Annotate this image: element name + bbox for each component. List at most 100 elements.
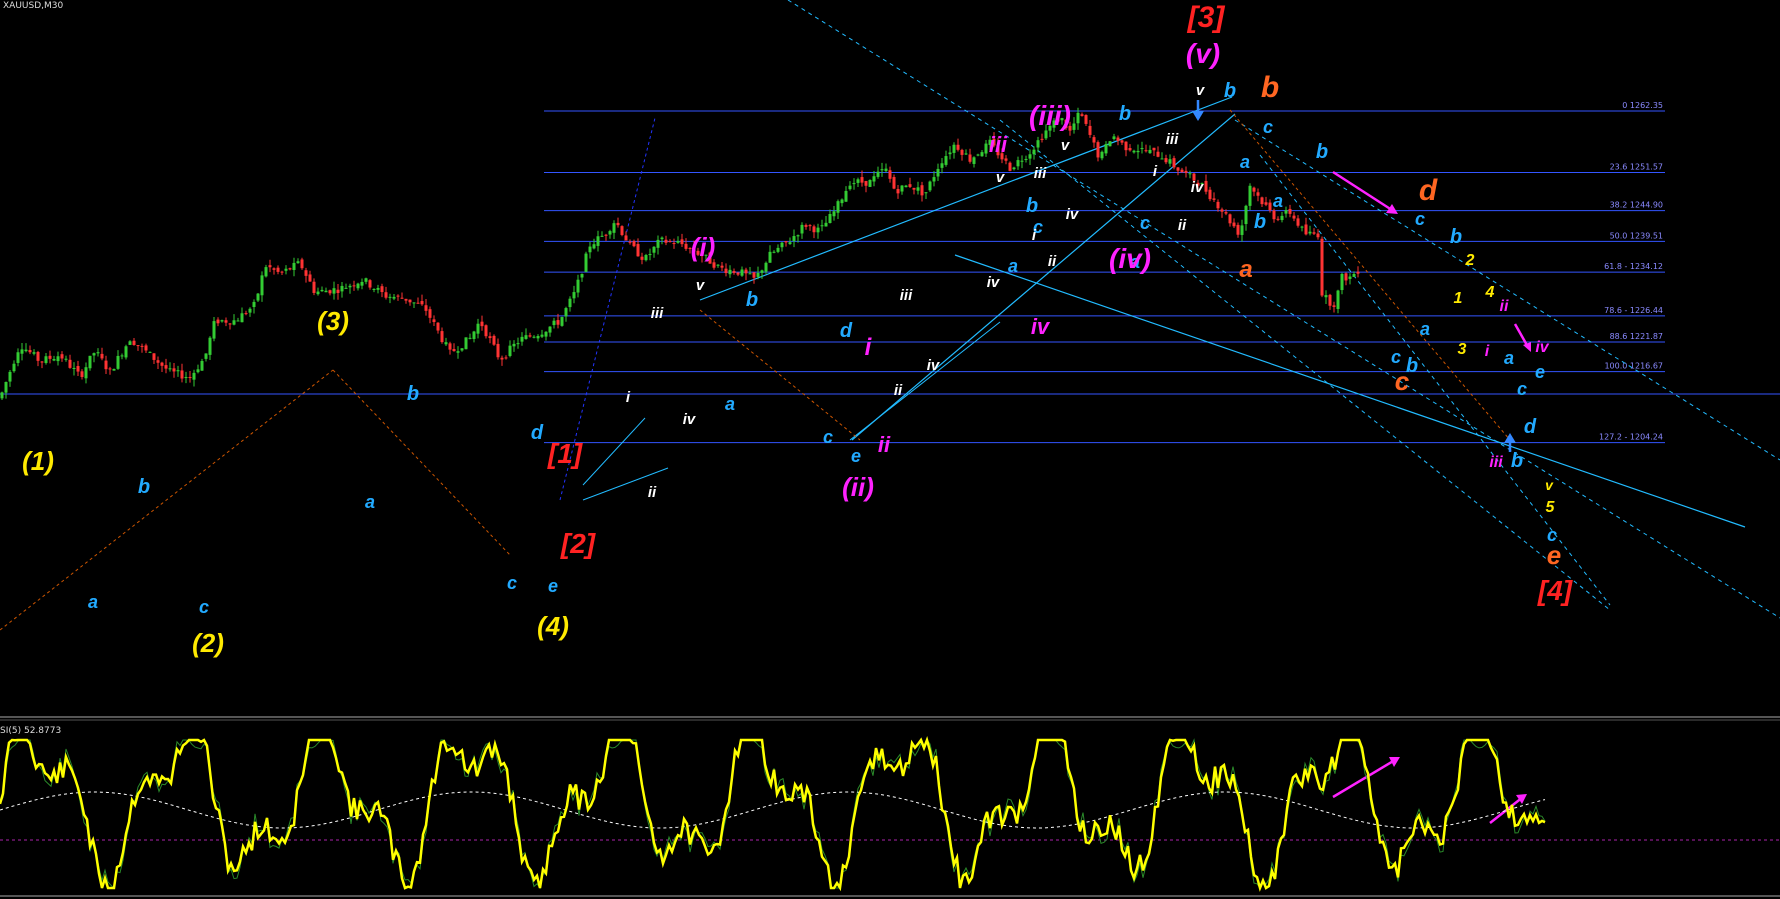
candle-body — [220, 320, 224, 322]
fib-level-label: 88.6 1221.87 — [1610, 332, 1663, 341]
candle-body — [492, 335, 496, 345]
candle-body — [1232, 222, 1236, 227]
candle-body — [284, 268, 288, 271]
fib-level-label: 78.6 - 1226.44 — [1604, 306, 1663, 315]
candle-body — [620, 226, 624, 235]
candle-body — [244, 313, 248, 315]
wave-sublabel: 4 — [1485, 284, 1495, 301]
candle-body — [28, 350, 32, 353]
candle-body — [844, 190, 848, 202]
candle-body — [1124, 141, 1128, 151]
fib-level-label: 127.2 - 1204.24 — [1599, 433, 1663, 442]
candle-body — [264, 267, 268, 277]
candle-body — [388, 296, 392, 298]
price-chart[interactable]: XAUUSD,M30 0 1262.35 23.6 1251.57 38.2 124… — [0, 0, 1780, 899]
candle-body — [792, 236, 796, 242]
wave-label: a — [1008, 256, 1018, 276]
candle-body — [644, 255, 648, 261]
wave-label: c — [1263, 117, 1273, 137]
candle-body — [1212, 198, 1216, 200]
candle-body — [1256, 192, 1260, 196]
wave-label: (3) — [317, 306, 349, 336]
candle-body — [68, 359, 72, 368]
wave-label: a — [725, 394, 735, 414]
candle-body — [904, 185, 908, 188]
candle-body — [580, 274, 584, 278]
wave-sublabel: 1 — [1454, 290, 1463, 307]
candle-body — [1328, 294, 1332, 306]
wave-label: b — [138, 476, 150, 498]
candle-body — [1012, 167, 1016, 170]
candle-body — [488, 336, 492, 339]
candle-body — [184, 377, 188, 379]
candle-body — [476, 323, 480, 334]
candle-body — [1176, 167, 1180, 171]
candle-body — [664, 239, 668, 243]
candle-body — [984, 143, 988, 154]
candle-body — [304, 270, 308, 276]
candle-body — [960, 149, 964, 155]
candle-body — [176, 370, 180, 372]
candle-body — [612, 223, 616, 233]
candle-body — [136, 345, 140, 347]
candle-body — [384, 292, 388, 298]
wave-sublabel: ii — [894, 382, 903, 399]
candle-body — [536, 336, 540, 339]
wave-sublabel: iv — [927, 357, 941, 374]
wave-label: c — [507, 573, 517, 593]
candle-body — [160, 362, 164, 366]
candle-body — [504, 357, 508, 359]
candle-body — [800, 224, 804, 234]
candle-body — [624, 235, 628, 241]
wave-sublabel: iv — [683, 411, 697, 428]
candle-body — [908, 184, 912, 187]
candle-body — [892, 177, 896, 189]
candle-body — [820, 225, 824, 227]
wave-sublabel: iii — [900, 287, 913, 304]
candle-body — [728, 269, 732, 275]
candle-body — [936, 168, 940, 177]
candle-body — [48, 355, 52, 359]
fib-level-label: 50.0 1239.51 — [1610, 231, 1663, 240]
candle-body — [1292, 215, 1296, 219]
candle-body — [496, 343, 500, 358]
candle-body — [72, 367, 76, 369]
wave-label: a — [1273, 191, 1283, 211]
indicator-title: SI(5) 52.8773 — [0, 726, 61, 736]
candle-body — [80, 371, 84, 377]
candle-body — [148, 351, 152, 353]
candle-body — [752, 272, 756, 278]
candle-body — [1348, 276, 1352, 279]
candle-body — [92, 353, 96, 356]
candle-body — [60, 354, 64, 359]
candle-body — [1080, 114, 1084, 116]
candle-body — [232, 320, 236, 325]
candle-body — [880, 169, 884, 171]
candle-body — [548, 326, 552, 333]
wave-label: c — [199, 597, 209, 617]
wave-label: (v) — [1186, 38, 1220, 69]
candle-body — [144, 345, 148, 351]
candle-body — [976, 154, 980, 156]
candle-body — [356, 283, 360, 289]
candle-body — [428, 309, 432, 318]
candle-body — [716, 264, 720, 266]
candle-body — [16, 352, 20, 363]
candle-body — [1288, 208, 1292, 214]
candle-body — [544, 331, 548, 337]
candle-body — [788, 242, 792, 245]
candle-body — [404, 298, 408, 301]
candle-body — [944, 156, 948, 165]
candle-body — [116, 355, 120, 369]
candle-body — [1352, 274, 1356, 277]
candle-body — [440, 331, 444, 343]
candle-body — [1220, 209, 1224, 212]
candle-body — [884, 168, 888, 172]
candle-body — [652, 246, 656, 253]
candle-body — [656, 239, 660, 248]
candle-body — [204, 353, 208, 359]
wave-sublabel: iv — [987, 274, 1001, 291]
candle-body — [240, 313, 244, 323]
fib-level-label: 23.6 1251.57 — [1610, 163, 1663, 172]
candle-body — [1128, 148, 1132, 151]
